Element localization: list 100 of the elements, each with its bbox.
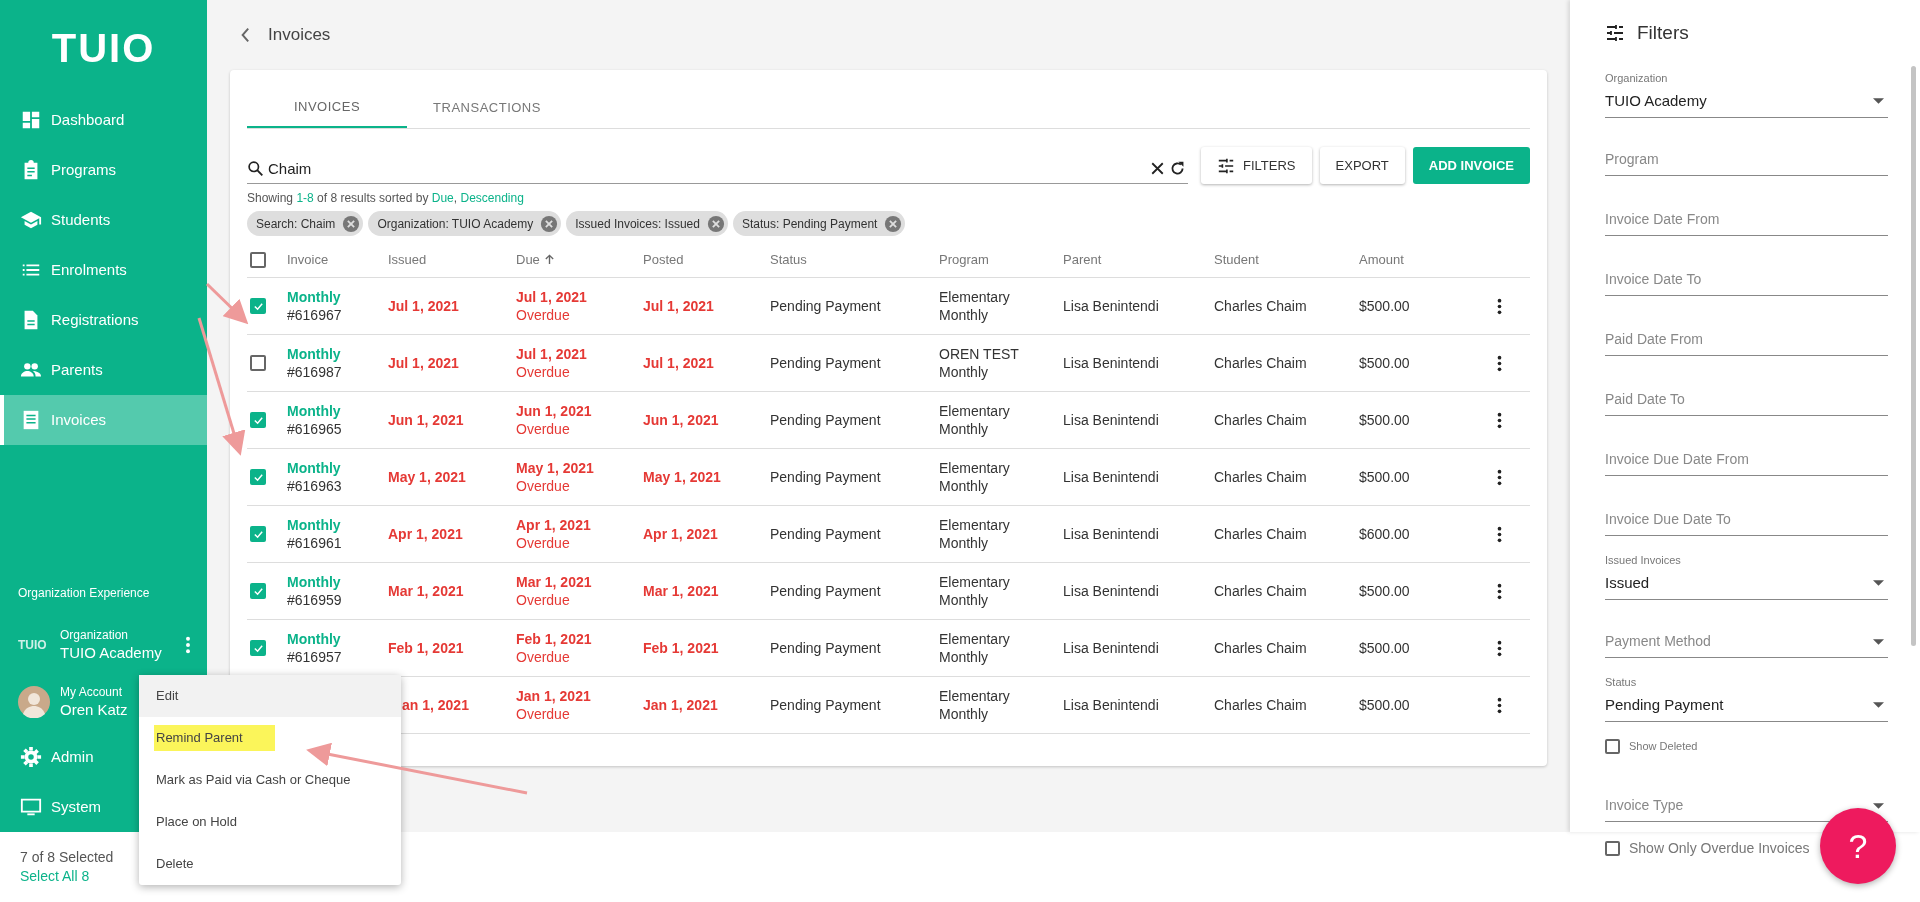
filter-chip[interactable]: Search: Chaim bbox=[247, 211, 364, 236]
input-field[interactable]: Invoice Date From bbox=[1605, 188, 1888, 236]
checkbox[interactable] bbox=[250, 526, 266, 542]
table-cell: $500.00 bbox=[1359, 640, 1410, 656]
checkbox[interactable] bbox=[1605, 738, 1620, 754]
overdue-label: Overdue bbox=[516, 648, 571, 666]
column-header[interactable]: Amount bbox=[1359, 249, 1404, 270]
column-header[interactable]: Status bbox=[770, 249, 807, 270]
page-title: Invoices bbox=[268, 24, 331, 47]
nav-item[interactable]: Enrolments bbox=[0, 245, 207, 295]
column-header[interactable]: Invoice bbox=[287, 249, 329, 270]
filters-button[interactable]: FILTERS bbox=[1201, 147, 1312, 184]
table-cell: Pending Payment bbox=[770, 583, 881, 599]
input-field[interactable]: Paid Date From bbox=[1605, 308, 1888, 356]
table-cell: Charles Chaim bbox=[1214, 640, 1307, 656]
dropdown-caret-icon bbox=[1873, 579, 1884, 586]
filter-chip[interactable]: Status: Pending Payment bbox=[732, 211, 906, 236]
table-cell-text: Apr 1, 2021 bbox=[516, 516, 592, 534]
nav-item[interactable]: Students bbox=[0, 195, 207, 245]
table-cell: $500.00 bbox=[1359, 412, 1410, 428]
table-cell: Jun 1, 2021 bbox=[388, 412, 464, 428]
overdue-label: Overdue bbox=[516, 591, 571, 609]
menu-item[interactable]: Edit bbox=[154, 683, 181, 709]
select-field[interactable]: Payment Method bbox=[1605, 610, 1888, 658]
check-icon bbox=[252, 300, 264, 312]
results-summary: Showing 1-8 of 8 results sorted by Due, Descending bbox=[247, 190, 525, 207]
menu-item[interactable]: Delete bbox=[154, 851, 196, 877]
checkbox[interactable] bbox=[250, 298, 266, 314]
table-cell: $500.00 bbox=[1359, 469, 1410, 485]
table-cell: Jun 1, 2021 bbox=[643, 412, 719, 428]
table-cell: Lisa Benintendi bbox=[1063, 355, 1159, 371]
checkbox[interactable] bbox=[250, 583, 266, 599]
invoice-link[interactable]: Monthly bbox=[287, 345, 388, 363]
table-cell: Charles Chaim bbox=[1214, 298, 1307, 314]
invoice-link[interactable]: Monthly bbox=[287, 630, 388, 648]
add-button[interactable]: ADD INVOICE bbox=[1412, 147, 1530, 184]
column-header[interactable]: Program bbox=[939, 249, 989, 270]
nav-item[interactable]: Registrations bbox=[0, 295, 207, 345]
table-cell: Charles Chaim bbox=[1214, 526, 1307, 542]
gear-icon bbox=[20, 746, 42, 768]
check-icon bbox=[252, 528, 264, 540]
table-cell-text: Elementary Monthly bbox=[939, 516, 1011, 552]
checkbox[interactable] bbox=[250, 469, 266, 485]
select-field[interactable]: Organization TUIO Academy bbox=[1605, 66, 1888, 118]
select-all-link[interactable]: Select All 8 bbox=[20, 867, 90, 886]
invoice-link[interactable]: Monthly bbox=[287, 573, 388, 591]
invoice-link[interactable]: Monthly bbox=[287, 459, 388, 477]
check-icon bbox=[252, 585, 264, 597]
column-header[interactable]: Issued bbox=[388, 249, 427, 270]
input-field[interactable]: Paid Date To bbox=[1605, 368, 1888, 416]
table-cell-text: Jul 1, 2021 bbox=[516, 345, 588, 363]
column-header[interactable]: Student bbox=[1214, 249, 1259, 270]
table-cell: Mar 1, 2021 bbox=[643, 583, 719, 599]
nav-item[interactable]: Programs bbox=[0, 145, 207, 195]
organization-logo: TUIO bbox=[18, 637, 48, 654]
select-field[interactable]: Issued Invoices Issued bbox=[1605, 548, 1888, 600]
overdue-label: Overdue bbox=[516, 306, 571, 324]
invoice-link[interactable]: Monthly bbox=[287, 402, 388, 420]
nav-item[interactable]: Dashboard bbox=[0, 95, 207, 145]
menu-item[interactable]: Place on Hold bbox=[154, 809, 239, 835]
nav-item[interactable]: Parents bbox=[0, 345, 207, 395]
table-cell: Lisa Benintendi bbox=[1063, 697, 1159, 713]
input-field[interactable]: Invoice Due Date To bbox=[1605, 488, 1888, 536]
monitor-icon bbox=[20, 796, 42, 818]
table-cell-text: Elementary Monthly bbox=[939, 288, 1011, 324]
more-options-icon bbox=[185, 636, 191, 654]
select-field[interactable]: Status Pending Payment bbox=[1605, 670, 1888, 722]
table-cell: Lisa Benintendi bbox=[1063, 640, 1159, 656]
invoice-link[interactable]: Monthly bbox=[287, 516, 388, 534]
column-header[interactable]: Due bbox=[516, 249, 540, 270]
selection-count: 7 of 8 Selected bbox=[20, 848, 114, 867]
input-field[interactable]: Invoice Due Date From bbox=[1605, 428, 1888, 476]
table-cell: Pending Payment bbox=[770, 469, 881, 485]
table-cell: Jul 1, 2021 bbox=[643, 355, 714, 371]
checkbox[interactable] bbox=[250, 640, 266, 656]
table-cell: Apr 1, 2021 bbox=[388, 526, 463, 542]
export-button[interactable]: EXPORT bbox=[1319, 147, 1405, 184]
table-cell-text: Elementary Monthly bbox=[939, 459, 1011, 495]
tab[interactable]: INVOICES bbox=[247, 87, 407, 128]
table-cell: $500.00 bbox=[1359, 583, 1410, 599]
scrollbar[interactable] bbox=[1911, 66, 1916, 646]
filter-chip[interactable]: Organization: TUIO Academy bbox=[368, 211, 562, 236]
checkbox[interactable] bbox=[250, 251, 266, 268]
checkbox[interactable] bbox=[250, 412, 266, 428]
column-header[interactable]: Posted bbox=[643, 249, 684, 270]
dropdown-caret-icon bbox=[1873, 638, 1884, 645]
table-cell: May 1, 2021 bbox=[388, 469, 466, 485]
column-header[interactable]: Parent bbox=[1063, 249, 1102, 270]
checkbox[interactable] bbox=[250, 355, 266, 371]
input-field[interactable]: Program bbox=[1605, 128, 1888, 176]
input-field[interactable]: Invoice Date To bbox=[1605, 248, 1888, 296]
section-heading: Organization Experience bbox=[17, 585, 151, 602]
menu-item[interactable]: Remind Parent bbox=[154, 725, 275, 751]
filter-chip[interactable]: Issued Invoices: Issued bbox=[566, 211, 728, 236]
organization-label: Organization bbox=[60, 627, 130, 643]
menu-item[interactable]: Mark as Paid via Cash or Cheque bbox=[154, 767, 353, 793]
tab[interactable]: TRANSACTIONS bbox=[407, 87, 567, 128]
search-field[interactable]: Chaim bbox=[268, 154, 1147, 182]
table-cell: Mar 1, 2021 bbox=[388, 583, 464, 599]
invoice-link[interactable]: Monthly bbox=[287, 288, 388, 306]
